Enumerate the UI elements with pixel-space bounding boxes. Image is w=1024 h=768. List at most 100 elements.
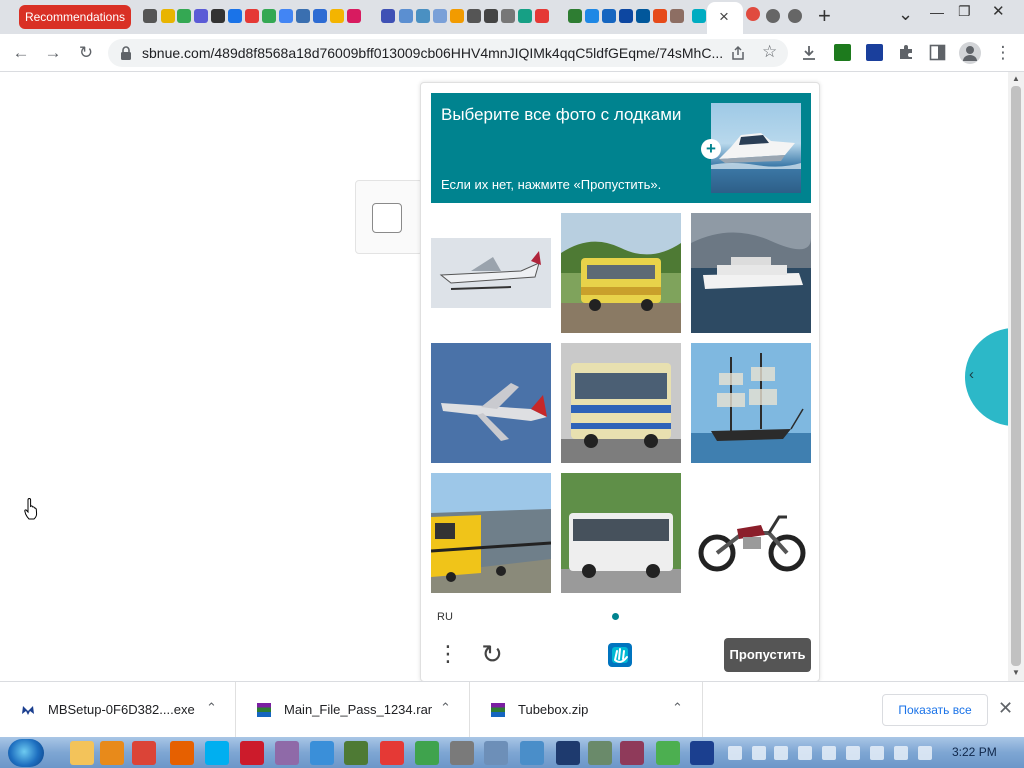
chevron-left-icon[interactable]: ‹ bbox=[969, 366, 974, 383]
image-tile-train[interactable] bbox=[431, 473, 551, 593]
tab-favicon[interactable] bbox=[484, 9, 498, 23]
skip-button[interactable]: Пропустить bbox=[724, 638, 811, 672]
tray-word-icon[interactable] bbox=[774, 746, 788, 760]
tray-app-icon[interactable] bbox=[870, 746, 884, 760]
tab-active[interactable]: × bbox=[707, 2, 743, 34]
skype-icon[interactable] bbox=[205, 741, 229, 765]
tab-favicon[interactable] bbox=[585, 9, 599, 23]
chrome-menu-button[interactable]: ⋮ bbox=[990, 40, 1016, 66]
tab-favicon[interactable] bbox=[245, 9, 259, 23]
tab-favicon[interactable] bbox=[211, 9, 225, 23]
close-tab-icon[interactable]: × bbox=[719, 7, 729, 27]
malwarebytes-task-icon[interactable] bbox=[690, 741, 714, 765]
tab-favicon[interactable] bbox=[313, 9, 327, 23]
media-player-icon[interactable] bbox=[100, 741, 124, 765]
app-icon[interactable] bbox=[484, 741, 508, 765]
menu-dots-button[interactable]: ⋮ bbox=[433, 639, 463, 669]
tab-favicon[interactable] bbox=[381, 9, 395, 23]
tab-favicon[interactable] bbox=[194, 9, 208, 23]
tab-favicon[interactable] bbox=[535, 9, 549, 23]
tab-recommendations[interactable]: Recommendations bbox=[19, 5, 131, 29]
minecraft-icon[interactable] bbox=[344, 741, 368, 765]
scrollbar[interactable]: ▲ ▼ bbox=[1008, 72, 1024, 681]
app-icon[interactable] bbox=[556, 741, 580, 765]
tab-favicon[interactable] bbox=[766, 9, 780, 23]
tab-favicon[interactable] bbox=[467, 9, 481, 23]
tab-favicon[interactable] bbox=[416, 9, 430, 23]
refresh-icon[interactable]: ↻ bbox=[477, 639, 507, 669]
utorrent-icon[interactable] bbox=[415, 741, 439, 765]
tab-favicon[interactable] bbox=[450, 9, 464, 23]
scroll-down-arrow[interactable]: ▼ bbox=[1012, 668, 1020, 677]
chevron-up-icon[interactable]: ⌃ bbox=[440, 700, 451, 716]
download-item[interactable]: Tubebox.zip ⌃ bbox=[470, 682, 703, 738]
tab-favicon[interactable] bbox=[433, 9, 447, 23]
app-icon[interactable] bbox=[450, 741, 474, 765]
minimize-button[interactable]: — bbox=[930, 4, 944, 20]
tab-favicon[interactable] bbox=[501, 9, 515, 23]
add-example-icon[interactable]: + bbox=[701, 139, 721, 159]
image-tile-bus-white[interactable] bbox=[561, 473, 681, 593]
tab-favicon[interactable] bbox=[143, 9, 157, 23]
image-tile-cruise-ship[interactable] bbox=[691, 213, 811, 333]
profile-avatar[interactable] bbox=[959, 42, 981, 64]
tab-favicon[interactable] bbox=[177, 9, 191, 23]
fruit-icon[interactable] bbox=[380, 741, 404, 765]
image-tile-bus-yellow[interactable] bbox=[561, 213, 681, 333]
tray-flag-icon[interactable] bbox=[752, 746, 766, 760]
tray-network-icon[interactable] bbox=[894, 746, 908, 760]
ie-icon[interactable] bbox=[310, 741, 334, 765]
image-tile-airplane[interactable] bbox=[431, 343, 551, 463]
forward-button[interactable]: → bbox=[40, 40, 66, 66]
tray-volume-icon[interactable] bbox=[918, 746, 932, 760]
back-button[interactable]: ← bbox=[8, 40, 34, 66]
tab-favicon[interactable] bbox=[228, 9, 242, 23]
tab-favicon[interactable] bbox=[330, 9, 344, 23]
winrar-icon[interactable] bbox=[275, 741, 299, 765]
winrar-task-icon[interactable] bbox=[620, 741, 644, 765]
share-icon[interactable] bbox=[730, 45, 746, 61]
tab-favicon[interactable] bbox=[161, 9, 175, 23]
chevron-up-icon[interactable]: ⌃ bbox=[206, 700, 217, 716]
tab-favicon[interactable] bbox=[692, 9, 706, 23]
file-explorer-icon[interactable] bbox=[70, 741, 94, 765]
tab-favicon[interactable] bbox=[636, 9, 650, 23]
extension-green-icon[interactable] bbox=[834, 44, 851, 61]
extensions-puzzle-icon[interactable] bbox=[897, 43, 915, 61]
tab-list-button[interactable]: ⌄ bbox=[898, 4, 913, 25]
scroll-thumb[interactable] bbox=[1011, 86, 1021, 666]
opera-icon[interactable] bbox=[240, 741, 264, 765]
tab-favicon[interactable] bbox=[653, 9, 667, 23]
chrome-icon[interactable] bbox=[132, 741, 156, 765]
reload-button[interactable]: ↻ bbox=[73, 40, 99, 66]
app-icon[interactable] bbox=[656, 741, 680, 765]
hcaptcha-logo-icon[interactable] bbox=[604, 639, 636, 671]
image-tile-seaplane[interactable] bbox=[431, 213, 551, 333]
tab-favicon[interactable] bbox=[602, 9, 616, 23]
tab-favicon[interactable] bbox=[399, 9, 413, 23]
tab-favicon[interactable] bbox=[746, 7, 760, 21]
language-selector[interactable]: RU bbox=[437, 611, 453, 623]
address-bar[interactable]: sbnue.com/489d8f8568a18d76009bff013009cb… bbox=[108, 39, 788, 67]
show-all-downloads-button[interactable]: Показать все bbox=[882, 694, 988, 726]
example-image-boat[interactable] bbox=[711, 103, 801, 193]
tray-app-icon[interactable] bbox=[822, 746, 836, 760]
new-tab-button[interactable]: + bbox=[818, 3, 831, 29]
download-item[interactable]: Main_File_Pass_1234.rar ⌃ bbox=[236, 682, 470, 738]
maximize-button[interactable]: ❐ bbox=[958, 3, 971, 20]
app-icon[interactable] bbox=[588, 741, 612, 765]
url-text[interactable]: sbnue.com/489d8f8568a18d76009bff013009cb… bbox=[142, 39, 722, 67]
extension-blue-icon[interactable] bbox=[866, 44, 883, 61]
tab-favicon[interactable] bbox=[619, 9, 633, 23]
download-icon[interactable] bbox=[800, 44, 818, 62]
chevron-up-icon[interactable]: ⌃ bbox=[672, 700, 683, 716]
taskbar-clock[interactable]: 3:22 PM bbox=[952, 745, 997, 759]
tab-favicon[interactable] bbox=[518, 9, 532, 23]
image-tile-motorcycle[interactable] bbox=[691, 473, 811, 593]
tab-favicon[interactable] bbox=[788, 9, 802, 23]
tray-up-arrow-icon[interactable] bbox=[728, 746, 742, 760]
firefox-icon[interactable] bbox=[170, 741, 194, 765]
tray-app-icon[interactable] bbox=[846, 746, 860, 760]
close-window-button[interactable]: ✕ bbox=[992, 2, 1005, 20]
image-tile-bus-blue[interactable] bbox=[561, 343, 681, 463]
